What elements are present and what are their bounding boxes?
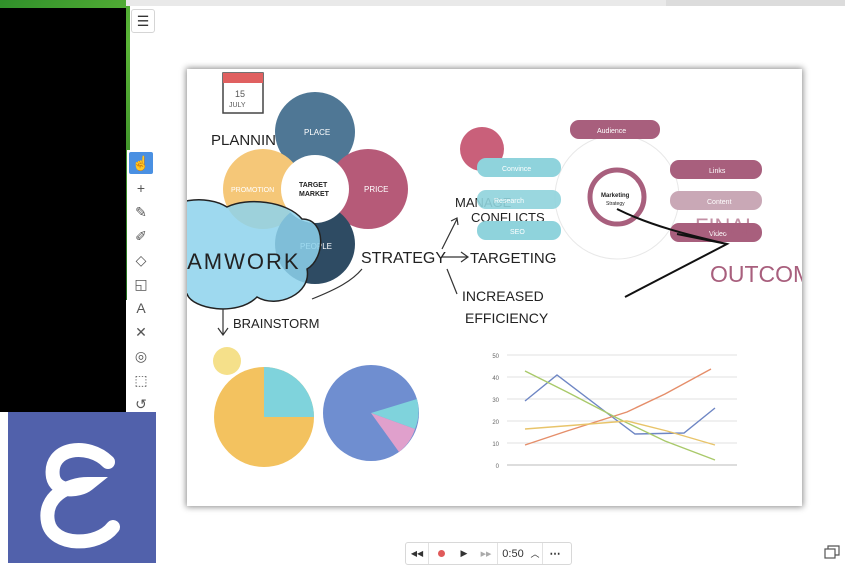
audience-label: Audience [597, 128, 626, 135]
rewind-button[interactable]: ◀◀ [406, 543, 429, 564]
shapes-icon: ◱ [134, 275, 148, 292]
marketing-label: Marketing [601, 193, 630, 199]
plus-tool-button[interactable]: + [129, 177, 153, 199]
playback-bar: ◀◀ ▶ ▶▶ 0:50 ︿ ⋯ [405, 542, 572, 565]
drawing-toolbar: ☝ + ✎ ✐ ◇ ◱ A ✕ ◎ ⬚ ↺ [127, 150, 155, 420]
app-logo [8, 412, 156, 563]
y-tick-10: 10 [492, 442, 499, 448]
play-button[interactable]: ▶ [453, 543, 475, 564]
top-bar-right [666, 0, 845, 6]
y-tick-40: 40 [492, 376, 499, 382]
calendar-month: JULY [229, 102, 246, 109]
text-icon: A [136, 300, 146, 316]
window-button[interactable] [822, 543, 842, 561]
line-chart: 50 40 30 20 10 0 [492, 354, 737, 470]
record-icon [437, 550, 445, 557]
efficiency-label: EFFICIENCY [465, 310, 549, 326]
time-display: 0:50 [502, 547, 524, 560]
laser-tool-button[interactable]: ◎ [129, 345, 153, 367]
outcome-label: OUTCOME [710, 261, 802, 287]
y-tick-50: 50 [492, 354, 499, 360]
undo-icon: ↺ [135, 395, 147, 412]
targeting-label: TARGETING [470, 250, 556, 267]
pie-chart-right [323, 365, 419, 461]
window-icon [824, 545, 840, 559]
pen-tool-button[interactable]: ✎ [129, 201, 153, 223]
pie-chart-left [214, 367, 314, 467]
content-label: Content [707, 199, 732, 206]
eraser-tool-button[interactable]: ◇ [129, 249, 153, 271]
chevron-up-button[interactable]: ︿ [528, 543, 543, 564]
logo-e-icon [40, 443, 120, 549]
more-button[interactable]: ⋯ [543, 543, 567, 564]
calendar-icon: 15 JULY [222, 72, 264, 114]
place-label: PLACE [304, 128, 330, 137]
y-tick-0: 0 [496, 464, 500, 470]
promotion-label: PROMOTION [231, 187, 274, 194]
strategy-label: STRATEGY [361, 250, 446, 267]
hand-icon: ☝ [132, 154, 150, 171]
menu-button[interactable]: ☰ [131, 9, 155, 33]
rewind-icon: ◀◀ [410, 549, 424, 558]
fast-forward-icon: ▶▶ [480, 550, 492, 558]
convince-label: Convince [502, 166, 531, 173]
teamwork-label: TEAMWORK [187, 249, 301, 274]
left-dark-panel [0, 8, 126, 412]
increased-label: INCREASED [462, 288, 544, 304]
hand-tool-button[interactable]: ☝ [129, 152, 153, 174]
links-label: Links [709, 168, 726, 175]
shapes-tool-button[interactable]: ◱ [129, 273, 153, 295]
pen-icon: ✎ [135, 203, 147, 220]
brainstorm-label: BRAINSTORM [233, 316, 319, 331]
select-tool-button[interactable]: ⬚ [129, 369, 153, 391]
select-icon: ⬚ [134, 371, 148, 388]
price-label: PRICE [364, 185, 388, 194]
whiteboard-canvas[interactable]: 15 JULY PLANNING PLACE PRICE PROMOTION P… [140, 69, 828, 506]
whiteboard-drawing: 15 JULY PLANNING PLACE PRICE PROMOTION P… [140, 72, 828, 470]
text-tool-button[interactable]: A [129, 297, 153, 319]
forward-button[interactable]: ▶▶ [475, 543, 498, 564]
target-label: TARGET [299, 182, 328, 189]
series-yellow [524, 420, 716, 446]
y-tick-20: 20 [492, 420, 499, 426]
marker-tool-button[interactable]: ✐ [129, 225, 153, 247]
marker-icon: ✐ [135, 227, 147, 244]
chevron-up-icon: ︿ [530, 549, 540, 559]
target-icon: ◎ [134, 347, 148, 364]
plus-icon: + [136, 180, 146, 196]
research-label: Research [494, 198, 524, 205]
series-blue [524, 374, 716, 435]
market-label: MARKET [299, 191, 330, 198]
more-icon: ⋯ [549, 548, 561, 560]
final-label: FINAL [695, 214, 757, 239]
series-green [524, 370, 716, 461]
strategy-sub-label: Strategy [606, 201, 625, 207]
y-tick-30: 30 [492, 398, 499, 404]
lightbulb-icon [213, 347, 241, 375]
delete-tool-button[interactable]: ✕ [129, 321, 153, 343]
close-icon: ✕ [135, 323, 147, 340]
hamburger-icon: ☰ [136, 12, 150, 29]
calendar-day: 15 [235, 89, 245, 99]
record-button[interactable] [429, 543, 453, 564]
seo-label: SEO [510, 229, 525, 236]
play-icon: ▶ [460, 548, 468, 558]
eraser-icon: ◇ [135, 251, 147, 268]
